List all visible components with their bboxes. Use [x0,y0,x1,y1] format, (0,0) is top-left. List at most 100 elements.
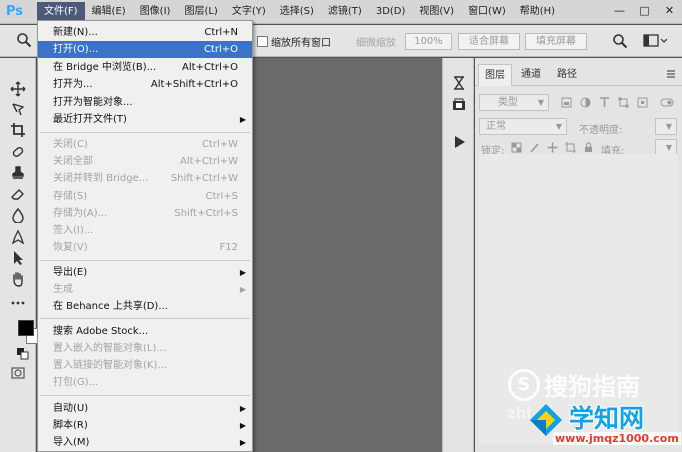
menu-item-shortcut: Ctrl+W [201,139,238,150]
menu-item-label: 存储为(A)... [53,208,108,219]
panel-menu-icon[interactable] [666,69,676,79]
menu-item-share-behance[interactable]: 在 Behance 上共享(D)... [38,298,252,315]
zoom-icon[interactable] [16,32,32,48]
filter-toggle-icon[interactable] [660,97,674,108]
pen-tool-icon[interactable] [9,228,27,246]
menu-3d[interactable]: 3D(D) [369,2,413,22]
menu-item-label: 生成 [53,284,73,295]
menu-item-label: 关闭(C) [53,139,88,150]
menu-window[interactable]: 窗口(W) [461,2,513,22]
minimize-button[interactable]: — [607,0,632,20]
menu-edit[interactable]: 编辑(E) [85,2,133,22]
history-icon[interactable] [451,75,467,91]
menu-item-close[interactable]: 关闭(C) Ctrl+W [38,136,252,153]
foreground-color-swatch[interactable] [18,320,34,336]
lock-artboard-icon[interactable] [565,142,576,153]
chevron-down-icon: ▼ [665,143,672,152]
default-colors-icon[interactable] [14,345,32,363]
lock-transparent-icon[interactable] [511,142,522,153]
menu-filter[interactable]: 滤镜(T) [321,2,369,22]
menu-item-search-stock[interactable]: 搜索 Adobe Stock... [38,323,252,340]
menu-item-place-embedded[interactable]: 置入嵌入的智能对象(L)... [38,340,252,357]
properties-icon[interactable] [451,97,467,113]
menu-select[interactable]: 选择(S) [273,2,321,22]
blend-mode-value: 正常 [486,121,506,132]
menu-item-label: 在 Bridge 中浏览(B)... [53,62,157,73]
menu-item-label: 自动(U) [53,403,89,414]
blend-mode-select[interactable]: 正常 ▼ [479,118,567,135]
menu-type[interactable]: 文字(Y) [225,2,273,22]
filter-pixel-icon[interactable] [561,97,572,108]
panel-icon-dock [442,58,474,452]
menu-file[interactable]: 文件(F) [37,1,85,22]
filter-kind-select[interactable]: 类型 ▼ [479,94,549,111]
menu-item-open[interactable]: 打开(O)... Ctrl+O [38,41,252,58]
menu-item-import[interactable]: 导入(M) ▶ [38,434,252,451]
menu-item-save[interactable]: 存储(S) Ctrl+S [38,188,252,205]
submenu-arrow-icon: ▶ [239,421,246,430]
menu-item-save-as[interactable]: 存储为(A)... Shift+Ctrl+S [38,205,252,222]
workspace-icon[interactable] [643,34,667,48]
more-tools-icon[interactable] [9,294,27,312]
resize-windows-checkbox[interactable] [257,36,268,47]
actions-play-icon[interactable] [451,134,467,150]
menu-item-browse-bridge[interactable]: 在 Bridge 中浏览(B)... Alt+Ctrl+O [38,59,252,76]
menu-item-close-all[interactable]: 关闭全部 Alt+Ctrl+W [38,153,252,170]
tools-panel [0,58,42,452]
tab-paths[interactable]: 路径 [550,64,584,86]
path-selection-icon[interactable] [9,249,27,267]
lock-position-icon[interactable] [547,142,558,153]
close-button[interactable]: ✕ [657,0,682,20]
filter-type-icon[interactable] [599,97,610,108]
filter-shape-icon[interactable] [618,97,629,108]
menu-item-scripts[interactable]: 脚本(R) ▶ [38,417,252,434]
lasso-tool-icon[interactable] [9,100,27,118]
menu-item-open-as[interactable]: 打开为... Alt+Shift+Ctrl+O [38,76,252,93]
crop-tool-icon[interactable] [9,121,27,139]
lock-all-icon[interactable] [583,142,594,153]
menu-item-automate[interactable]: 自动(U) ▶ [38,400,252,417]
tab-channels[interactable]: 通道 [514,64,548,86]
filter-smart-object-icon[interactable] [637,97,648,108]
filter-adjustment-icon[interactable] [580,97,591,108]
menu-item-export[interactable]: 导出(E) ▶ [38,264,252,281]
zoom-100-button[interactable]: 100% [405,33,452,50]
menu-item-open-smart-object[interactable]: 打开为智能对象... [38,94,252,111]
hand-tool-icon[interactable] [9,270,27,288]
xuezhiwang-url: www.jmqz1000.com [553,432,681,445]
menu-item-revert[interactable]: 恢复(V) F12 [38,239,252,256]
lock-paint-icon[interactable] [529,142,540,153]
menu-item-new[interactable]: 新建(N)... Ctrl+N [38,24,252,41]
submenu-arrow-icon: ▶ [239,438,246,447]
blur-tool-icon[interactable] [9,206,27,224]
menu-item-package[interactable]: 打包(G)... [38,374,252,391]
menu-image[interactable]: 图像(I) [133,2,178,22]
menu-item-place-linked[interactable]: 置入链接的智能对象(K)... [38,357,252,374]
menu-item-close-go-bridge[interactable]: 关闭并转到 Bridge... Shift+Ctrl+W [38,170,252,187]
opacity-input[interactable]: ▼ [655,118,677,135]
eraser-icon[interactable] [9,185,27,203]
quick-mask-icon[interactable] [9,364,27,382]
menu-layer[interactable]: 图层(L) [177,2,224,22]
menu-view[interactable]: 视图(V) [412,2,461,22]
menu-item-check-in[interactable]: 签入(I)... [38,222,252,239]
menu-item-recent-files[interactable]: 最近打开文件(T) ▶ [38,111,252,128]
scrubby-zoom-label[interactable]: 细微缩放 [356,34,396,49]
menu-help[interactable]: 帮助(H) [513,2,562,22]
restore-button[interactable]: □ [632,0,657,20]
menu-item-shortcut: Alt+Shift+Ctrl+O [150,79,238,90]
search-icon[interactable] [612,33,628,49]
submenu-arrow-icon: ▶ [239,268,246,277]
resize-windows-label: 缩放所有窗口 [271,38,331,49]
menu-separator [40,395,250,396]
fit-screen-button[interactable]: 适合屏幕 [458,33,520,50]
tab-layers[interactable]: 图层 [478,64,512,86]
move-tool-icon[interactable] [9,80,27,98]
menu-item-label: 搜索 Adobe Stock... [53,326,149,337]
clone-stamp-icon[interactable] [9,164,27,182]
menu-item-shortcut: Ctrl+O [203,44,238,55]
menu-item-label: 最近打开文件(T) [53,114,127,125]
menu-item-generate[interactable]: 生成 ▶ [38,281,252,298]
fill-screen-button[interactable]: 填充屏幕 [525,33,587,50]
healing-brush-icon[interactable] [9,143,27,161]
